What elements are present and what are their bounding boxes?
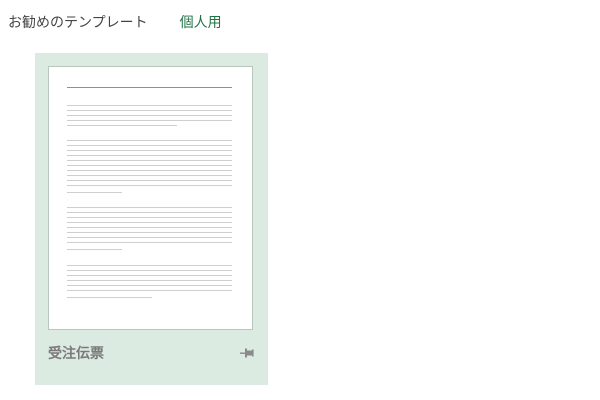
doc-line xyxy=(67,270,232,271)
doc-line xyxy=(67,232,232,233)
doc-line xyxy=(67,249,122,250)
template-title: 受注伝票 xyxy=(48,346,104,362)
tab-personal[interactable]: 個人用 xyxy=(180,13,222,33)
doc-line xyxy=(67,120,232,121)
doc-line xyxy=(67,185,232,186)
doc-line xyxy=(67,275,232,276)
doc-line xyxy=(67,280,232,281)
pin-icon[interactable] xyxy=(239,345,255,361)
doc-line xyxy=(67,150,232,151)
template-tabs: お勧めのテンプレート 個人用 xyxy=(8,13,222,33)
doc-line xyxy=(67,140,232,141)
template-card-footer: 受注伝票 xyxy=(48,342,255,364)
doc-line xyxy=(67,242,232,243)
doc-line xyxy=(67,110,232,111)
doc-line xyxy=(67,160,232,161)
pin-icon-glyph xyxy=(240,348,254,358)
doc-line xyxy=(67,207,232,208)
doc-title-line xyxy=(67,87,232,88)
doc-line xyxy=(67,285,232,286)
doc-line xyxy=(67,217,232,218)
doc-line xyxy=(67,105,232,106)
template-card[interactable]: 受注伝票 xyxy=(35,53,268,385)
doc-line xyxy=(67,170,232,171)
doc-line xyxy=(67,175,232,176)
doc-line xyxy=(67,155,232,156)
doc-line xyxy=(67,165,232,166)
doc-line xyxy=(67,212,232,213)
doc-line xyxy=(67,125,177,126)
doc-line xyxy=(67,290,232,291)
doc-line xyxy=(67,192,122,193)
doc-line xyxy=(67,145,232,146)
doc-line xyxy=(67,265,232,266)
doc-line xyxy=(67,222,232,223)
template-thumbnail xyxy=(48,66,253,330)
tab-featured-templates[interactable]: お勧めのテンプレート xyxy=(8,13,148,33)
doc-line xyxy=(67,180,232,181)
doc-line xyxy=(67,237,232,238)
doc-line xyxy=(67,115,232,116)
doc-line xyxy=(67,227,232,228)
doc-line xyxy=(67,297,152,298)
